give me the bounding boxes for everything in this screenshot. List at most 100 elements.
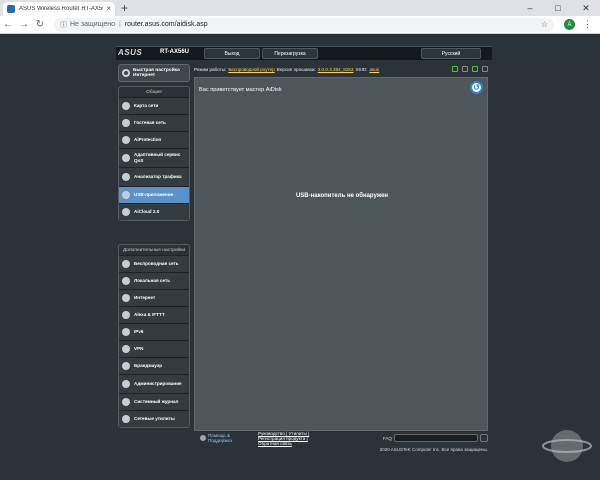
sidebar-item-alexa-ifttt[interactable]: Alexa & IFTTT — [119, 305, 189, 323]
quick-setup-button[interactable]: Быстрая настройка Интернет — [118, 64, 190, 82]
sidebar-item-usb-application[interactable]: USB-приложение — [119, 185, 189, 203]
no-usb-message: USB-накопитель не обнаружен — [295, 193, 389, 199]
sidebar-item-label: IPv6 — [134, 328, 144, 334]
sidebar-item-label: Анализатор трафика — [134, 173, 182, 179]
security-label: Не защищено — [70, 21, 115, 28]
sidebar-item-label: Системный журнал — [134, 398, 179, 404]
ipv6-icon — [122, 327, 130, 336]
sidebar-item-qos[interactable]: Адаптивный сервис QoS — [119, 147, 189, 167]
wifi-status-icon[interactable] — [472, 66, 478, 72]
status-bar: Режим работы: Беспроводной роутер Версия… — [194, 62, 492, 76]
sidebar-item-label: Сетевые утилиты — [134, 415, 175, 421]
firmware-label: Версия прошивки: — [276, 66, 316, 72]
sidebar-item-traffic-analyzer[interactable]: Анализатор трафика — [119, 166, 189, 186]
system-log-icon — [122, 397, 130, 406]
firewall-icon — [122, 361, 130, 370]
maximize-icon[interactable]: □ — [544, 0, 572, 16]
wan-status-icon[interactable] — [452, 66, 458, 72]
sidebar-item-label: Alexa & IFTTT — [134, 311, 165, 317]
favicon-icon — [7, 5, 15, 13]
firmware-link[interactable]: 3.0.0.4.384_8253 — [318, 67, 354, 72]
page-title: Вас приветствует мастер AiDisk — [199, 87, 282, 93]
lan-icon — [122, 276, 130, 285]
quick-setup-label: Быстрая настройка Интернет — [133, 67, 180, 79]
advanced-group: Дополнительные настройки Беспроводная се… — [118, 244, 190, 428]
sidebar-item-label: USB-приложение — [134, 191, 174, 197]
sidebar-item-firewall[interactable]: Брандмауэр — [119, 356, 189, 374]
sidebar-item-administration[interactable]: Администрирование — [119, 373, 189, 393]
browser-tab[interactable]: ASUS Wireless Router RT-AX56U × — [3, 2, 115, 16]
qos-icon — [122, 153, 130, 162]
help-label: Помощь & Поддержка — [208, 433, 232, 443]
profile-avatar[interactable]: A — [564, 19, 575, 30]
faq-search-button[interactable] — [480, 434, 488, 442]
back-button[interactable]: ↺ — [470, 81, 483, 94]
minimize-icon[interactable]: – — [516, 0, 544, 16]
sidebar-item-system-log[interactable]: Системный журнал — [119, 392, 189, 410]
reload-icon[interactable]: ↻ — [32, 19, 48, 30]
usb-status-icon[interactable] — [462, 66, 468, 72]
asus-logo: ASUS — [118, 48, 143, 57]
copyright: 2020 ASUSTeK Computer Inc. Все права защ… — [379, 447, 488, 452]
language-select[interactable]: Русский — [421, 48, 481, 59]
sidebar-item-network-map[interactable]: Карта сети — [119, 96, 189, 114]
sidebar-item-lan[interactable]: Локальная сеть — [119, 271, 189, 289]
sidebar-item-aiprotection[interactable]: AiProtection — [119, 130, 189, 148]
new-tab-button[interactable]: + — [121, 1, 128, 15]
sidebar-item-vpn[interactable]: VPN — [119, 339, 189, 357]
admin-icon — [122, 379, 130, 388]
shield-icon — [122, 135, 130, 144]
window-controls: – □ ✕ — [516, 0, 600, 16]
footer: Помощь & Поддержка Руководство | Утилиты… — [194, 431, 492, 446]
gear-icon — [122, 69, 130, 77]
mode-link[interactable]: Беспроводной роутер — [228, 67, 274, 72]
separator: | — [119, 21, 121, 28]
sidebar-item-label: AiCloud 2.0 — [134, 208, 160, 214]
ssid-label: SSID: — [355, 66, 368, 72]
faq-label: FAQ — [382, 435, 392, 441]
browser-menu-icon[interactable]: ⋮ — [583, 19, 592, 30]
main-content: Вас приветствует мастер AiDisk ↺ USB-нак… — [194, 77, 488, 431]
sidebar-item-network-tools[interactable]: Сетевые утилиты — [119, 409, 189, 427]
sidebar-item-label: Гостевая сеть — [134, 119, 166, 125]
back-icon[interactable]: ← — [0, 19, 16, 30]
usb-icon — [122, 190, 130, 199]
sidebar-item-label: Администрирование — [134, 380, 182, 386]
general-title: Общие — [146, 90, 162, 95]
sidebar-item-label: Интернет — [134, 294, 156, 300]
address-bar-row: ← → ↻ ⓘ Не защищено | router.asus.com/ai… — [0, 16, 600, 34]
close-window-icon[interactable]: ✕ — [572, 0, 600, 16]
globe-icon — [122, 293, 130, 302]
sidebar-item-wan[interactable]: Интернет — [119, 288, 189, 306]
help-icon — [200, 435, 206, 441]
app-status-icon[interactable] — [482, 66, 488, 72]
sidebar: Быстрая настройка Интернет Общие Карта с… — [116, 62, 192, 432]
sidebar-item-ipv6[interactable]: IPv6 — [119, 322, 189, 340]
faq-search-input[interactable] — [394, 434, 478, 442]
logout-button[interactable]: Выход — [204, 48, 260, 59]
sidebar-item-guest-network[interactable]: Гостевая сеть — [119, 113, 189, 131]
guest-network-icon — [122, 118, 130, 127]
network-map-icon — [122, 101, 130, 110]
sidebar-item-label: VPN — [134, 345, 144, 351]
bookmark-star-icon[interactable]: ☆ — [541, 20, 548, 29]
sidebar-item-wireless[interactable]: Беспроводная сеть — [119, 254, 189, 272]
sidebar-item-label: Локальная сеть — [134, 277, 171, 283]
info-icon[interactable]: ⓘ — [60, 20, 67, 30]
help-support[interactable]: Помощь & Поддержка — [200, 433, 238, 443]
omnibox[interactable]: ⓘ Не защищено | router.asus.com/aidisk.a… — [54, 17, 554, 32]
reboot-button[interactable]: Перезагрузка — [262, 48, 318, 59]
cloud-icon — [122, 207, 130, 216]
vpn-icon — [122, 344, 130, 353]
url-text[interactable]: router.asus.com/aidisk.asp — [125, 21, 208, 28]
ssid-link[interactable]: asus — [369, 67, 379, 72]
sidebar-item-label: Адаптивный сервис QoS — [134, 152, 181, 163]
close-tab-icon[interactable]: × — [106, 5, 111, 13]
forward-icon[interactable]: → — [16, 19, 32, 30]
sidebar-item-label: AiProtection — [134, 136, 162, 142]
sidebar-item-label: Беспроводная сеть — [134, 260, 179, 266]
router-panel: ASUS RT-AX56U Выход Перезагрузка Русский… — [116, 46, 492, 456]
sidebar-item-aicloud[interactable]: AiCloud 2.0 — [119, 202, 189, 220]
wireless-icon — [122, 259, 130, 268]
footer-links[interactable]: Руководство | Утилиты | Регистрация прод… — [258, 431, 328, 446]
